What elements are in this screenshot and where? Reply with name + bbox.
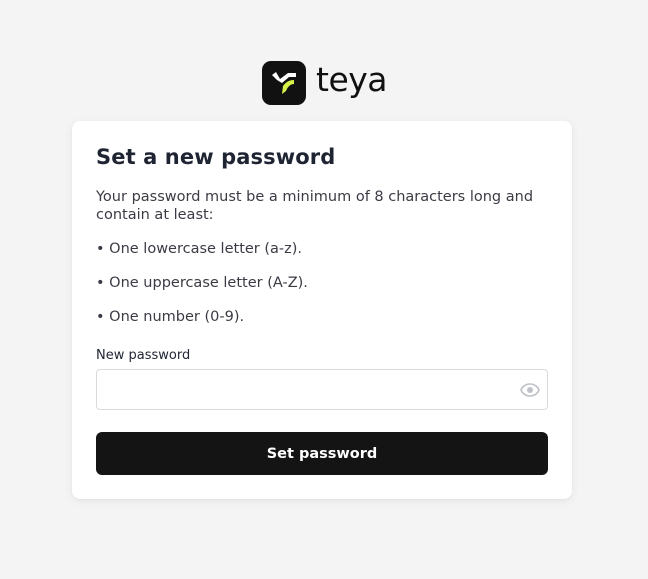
set-password-button[interactable]: Set password [96,432,548,475]
password-requirements-list: • One lowercase letter (a-z). • One uppe… [96,240,308,342]
password-rules-intro: Your password must be a minimum of 8 cha… [96,189,534,223]
brand-wordmark: teya [316,60,388,99]
new-password-field [96,369,548,410]
requirement-number: • One number (0-9). [96,309,245,325]
set-password-page: teya Set a new password Your password mu… [0,0,648,579]
new-password-label: New password [96,348,191,363]
eye-icon[interactable] [519,379,541,401]
requirement-lowercase: • One lowercase letter (a-z). [96,241,303,257]
teya-logo-icon [262,61,306,105]
requirement-uppercase: • One uppercase letter (A-Z). [96,275,308,291]
set-password-card: Set a new password Your password must be… [72,121,572,499]
new-password-input[interactable] [97,370,521,409]
brand-header: teya [262,60,388,105]
page-title: Set a new password [96,145,336,169]
